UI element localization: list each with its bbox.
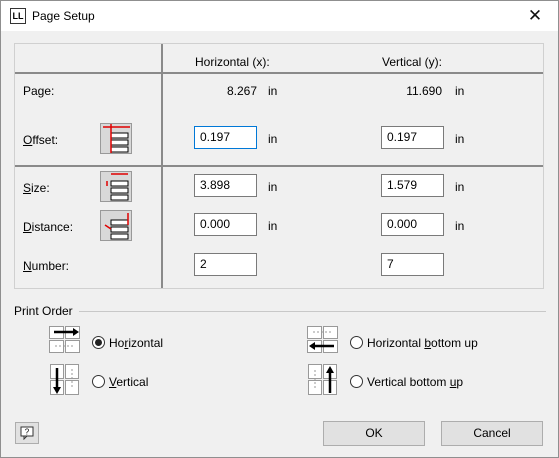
horizontal-column-header: Horizontal (x): <box>195 55 270 69</box>
svg-text:?: ? <box>25 428 30 437</box>
dimensions-panel: Horizontal (x): Vertical (y): Page: 8.26… <box>14 43 544 289</box>
size-x-input[interactable]: 3.898 <box>194 174 257 197</box>
offset-y-unit: in <box>455 132 465 146</box>
distance-y-unit: in <box>455 219 465 233</box>
distance-x-unit: in <box>268 219 278 233</box>
offset-label: Offset: <box>23 133 59 147</box>
vertical-radio[interactable] <box>92 375 105 388</box>
ok-button[interactable]: OK <box>323 421 425 446</box>
header-divider <box>15 72 543 74</box>
distance-label: Distance: <box>23 220 74 234</box>
size-y-unit: in <box>455 180 465 194</box>
print-order-divider <box>79 311 546 312</box>
number-label: Number: <box>23 259 70 273</box>
offset-y-input[interactable]: 0.197 <box>381 126 444 149</box>
vertical-bottom-up-radio-label[interactable]: Vertical bottom up <box>367 375 463 389</box>
horizontal-order-icon <box>49 325 81 357</box>
page-width-unit: in <box>268 84 278 98</box>
vertical-column-header: Vertical (y): <box>382 55 443 69</box>
number-x-input[interactable]: 2 <box>194 253 257 276</box>
size-grid-icon <box>100 171 132 202</box>
distance-y-input[interactable]: 0.000 <box>381 213 444 236</box>
page-height-unit: in <box>455 84 465 98</box>
window-title: Page Setup <box>32 9 95 23</box>
vertical-bottom-up-radio[interactable] <box>350 375 363 388</box>
vertical-bottom-up-order-icon <box>307 364 339 396</box>
vertical-radio-label[interactable]: Vertical <box>109 375 148 389</box>
page-height-value: 11.690 <box>406 84 442 98</box>
number-y-input[interactable]: 7 <box>381 253 444 276</box>
app-icon: LL <box>10 8 26 24</box>
horizontal-bottom-up-radio[interactable] <box>350 336 363 349</box>
close-button[interactable]: ✕ <box>512 1 558 31</box>
section-divider <box>15 165 543 167</box>
cancel-button[interactable]: Cancel <box>441 421 543 446</box>
offset-x-unit: in <box>268 132 278 146</box>
title-bar: LL Page Setup ✕ <box>1 1 558 31</box>
horizontal-bottom-up-radio-label[interactable]: Horizontal bottom up <box>367 336 478 350</box>
page-label: Page: <box>23 84 55 98</box>
offset-grid-icon <box>100 123 132 154</box>
page-width-value: 8.267 <box>226 84 257 98</box>
offset-x-input[interactable]: 0.197 <box>194 126 257 149</box>
size-label: Size: <box>23 181 50 195</box>
horizontal-radio[interactable] <box>92 336 105 349</box>
distance-x-input[interactable]: 0.000 <box>194 213 257 236</box>
help-button[interactable]: ? <box>15 422 39 444</box>
size-x-unit: in <box>268 180 278 194</box>
size-y-input[interactable]: 1.579 <box>381 174 444 197</box>
print-order-label: Print Order <box>14 304 73 318</box>
distance-grid-icon <box>100 210 132 241</box>
page-setup-dialog: LL Page Setup ✕ Horizontal (x): Vertical… <box>0 0 559 458</box>
horizontal-radio-label[interactable]: Horizontal <box>109 336 163 350</box>
horizontal-bottom-up-order-icon <box>307 325 339 357</box>
vertical-order-icon <box>49 364 81 396</box>
help-icon: ? <box>20 426 34 441</box>
